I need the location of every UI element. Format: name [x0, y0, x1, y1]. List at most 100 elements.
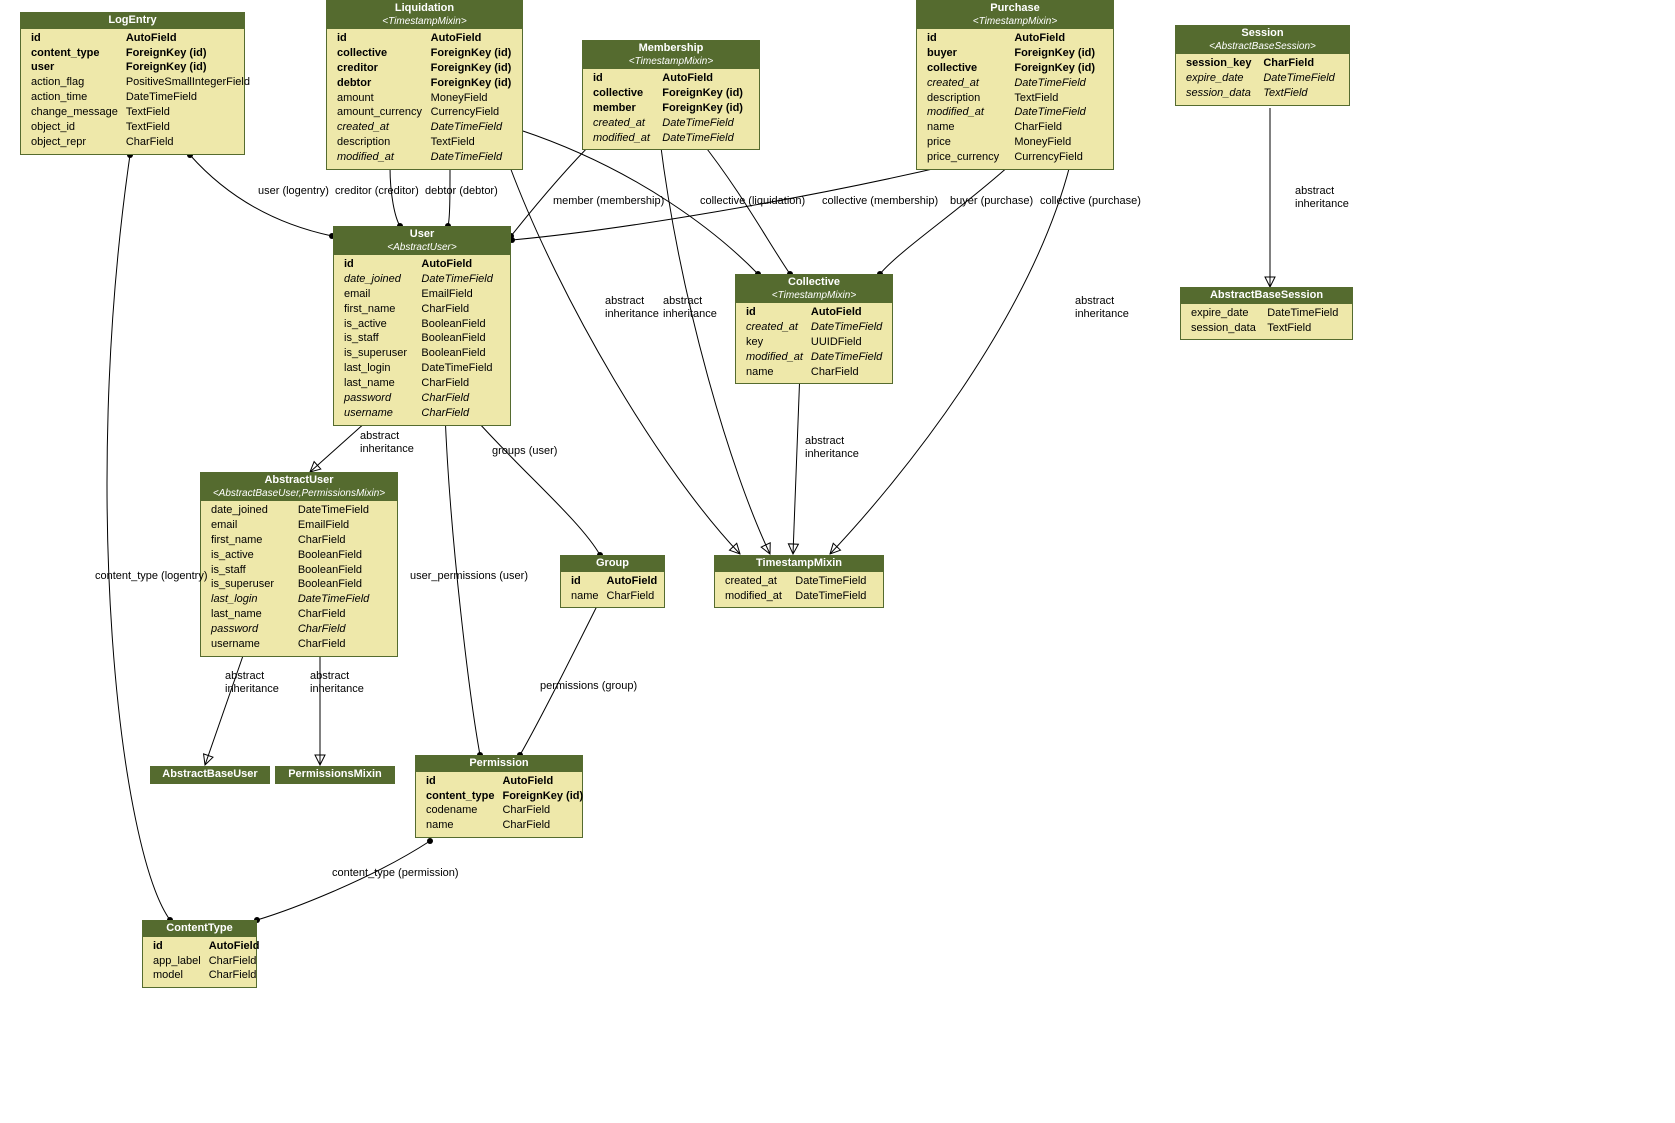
field-name: is_active [340, 317, 417, 332]
field-row: priceMoneyField [923, 135, 1107, 150]
field-name: created_at [333, 120, 427, 135]
field-type: DateTimeField [807, 350, 886, 365]
field-type: DateTimeField [294, 592, 391, 607]
field-type: AutoField [417, 257, 504, 272]
field-row: descriptionTextField [923, 91, 1107, 106]
edge-label-abstract-inheritance-2: abstract inheritance [605, 295, 659, 321]
field-name: app_label [149, 954, 205, 969]
entity-title: Group [561, 556, 664, 572]
entity-body: idAutoFieldapp_labelCharFieldmodelCharFi… [143, 937, 256, 988]
field-row: last_nameCharField [207, 607, 391, 622]
field-name: last_login [340, 361, 417, 376]
title-text: User [410, 228, 434, 240]
field-row: idAutoField [340, 257, 504, 272]
field-name: description [333, 135, 427, 150]
field-row: is_activeBooleanField [207, 548, 391, 563]
field-name: created_at [923, 76, 1010, 91]
field-name: amount_currency [333, 105, 427, 120]
field-row: collectiveForeignKey (id) [923, 61, 1107, 76]
field-type: CharField [1259, 56, 1343, 71]
entity-body: idAutoFieldcreated_atDateTimeFieldkeyUUI… [736, 303, 892, 383]
edge-label-collective-liquidation: collective (liquidation) [700, 195, 805, 208]
field-type: ForeignKey (id) [427, 46, 516, 61]
field-type: CharField [294, 533, 391, 548]
field-type: DateTimeField [427, 150, 516, 165]
field-row: idAutoField [149, 939, 263, 954]
field-type: AutoField [122, 31, 254, 46]
field-name: session_data [1187, 321, 1263, 336]
entity-title: User <AbstractUser> [334, 227, 510, 255]
edge-label-groups-user: groups (user) [492, 445, 557, 458]
field-row: modified_atDateTimeField [742, 350, 886, 365]
field-name: object_repr [27, 135, 122, 150]
field-type: ForeignKey (id) [427, 61, 516, 76]
entity-title: LogEntry [21, 13, 244, 29]
field-row: is_superuserBooleanField [340, 346, 504, 361]
field-row: first_nameCharField [340, 302, 504, 317]
field-type: TextField [1010, 91, 1107, 106]
field-type: CharField [417, 376, 504, 391]
edge-label-contenttype-logentry: content_type (logentry) [95, 570, 208, 583]
field-table: idAutoFieldbuyerForeignKey (id)collectiv… [923, 31, 1107, 165]
field-table: idAutoFieldapp_labelCharFieldmodelCharFi… [149, 939, 263, 984]
field-type: DateTimeField [658, 116, 753, 131]
entity-title: Membership <TimestampMixin> [583, 41, 759, 69]
field-row: nameCharField [422, 818, 587, 833]
edge-label-userpermissions-user: user_permissions (user) [410, 570, 528, 583]
field-name: collective [589, 86, 658, 101]
field-row: amountMoneyField [333, 91, 516, 106]
entity-body: expire_dateDateTimeFieldsession_dataText… [1181, 304, 1352, 340]
field-row: modelCharField [149, 968, 263, 983]
field-name: modified_at [589, 131, 658, 146]
field-name: created_at [742, 320, 807, 335]
field-type: CharField [498, 803, 587, 818]
field-type: AutoField [205, 939, 264, 954]
entity-title: AbstractUser <AbstractBaseUser,Permissio… [201, 473, 397, 501]
field-name: action_time [27, 90, 122, 105]
field-row: first_nameCharField [207, 533, 391, 548]
title-text: Collective [788, 276, 840, 288]
field-row: session_keyCharField [1182, 56, 1343, 71]
field-type: CharField [1010, 120, 1107, 135]
edge-label-abstract-inheritance-4: abstract inheritance [1075, 295, 1129, 321]
field-row: nameCharField [923, 120, 1107, 135]
field-name: last_login [207, 592, 294, 607]
entity-membership: Membership <TimestampMixin> idAutoFieldc… [582, 40, 760, 150]
field-type: DateTimeField [294, 503, 391, 518]
field-type: AutoField [427, 31, 516, 46]
field-row: idAutoField [27, 31, 254, 46]
field-row: keyUUIDField [742, 335, 886, 350]
field-name: price_currency [923, 150, 1010, 165]
field-name: first_name [340, 302, 417, 317]
field-row: content_typeForeignKey (id) [27, 46, 254, 61]
field-row: passwordCharField [340, 391, 504, 406]
field-row: descriptionTextField [333, 135, 516, 150]
entity-title: ContentType [143, 921, 256, 937]
field-name: session_data [1182, 86, 1259, 101]
field-row: expire_dateDateTimeField [1187, 306, 1346, 321]
subtitle-text: <TimestampMixin> [923, 16, 1107, 29]
field-type: MoneyField [1010, 135, 1107, 150]
field-row: date_joinedDateTimeField [207, 503, 391, 518]
field-row: is_staffBooleanField [340, 331, 504, 346]
field-name: amount [333, 91, 427, 106]
field-row: last_nameCharField [340, 376, 504, 391]
field-name: action_flag [27, 75, 122, 90]
field-type: CharField [294, 637, 391, 652]
field-row: nameCharField [567, 589, 661, 604]
field-type: CurrencyField [1010, 150, 1107, 165]
field-table: idAutoFieldcreated_atDateTimeFieldkeyUUI… [742, 305, 886, 379]
field-name: expire_date [1182, 71, 1259, 86]
field-name: object_id [27, 120, 122, 135]
field-type: DateTimeField [1263, 306, 1346, 321]
field-name: email [340, 287, 417, 302]
field-name: modified_at [333, 150, 427, 165]
field-row: memberForeignKey (id) [589, 101, 753, 116]
title-text: Liquidation [395, 2, 454, 14]
title-text: Session [1241, 27, 1283, 39]
edge-label-contenttype-permission: content_type (permission) [332, 867, 459, 880]
entity-abstractbasesession: AbstractBaseSession expire_dateDateTimeF… [1180, 287, 1353, 340]
field-type: DateTimeField [417, 272, 504, 287]
field-type: DateTimeField [1259, 71, 1343, 86]
entity-purchase: Purchase <TimestampMixin> idAutoFieldbuy… [916, 0, 1114, 170]
